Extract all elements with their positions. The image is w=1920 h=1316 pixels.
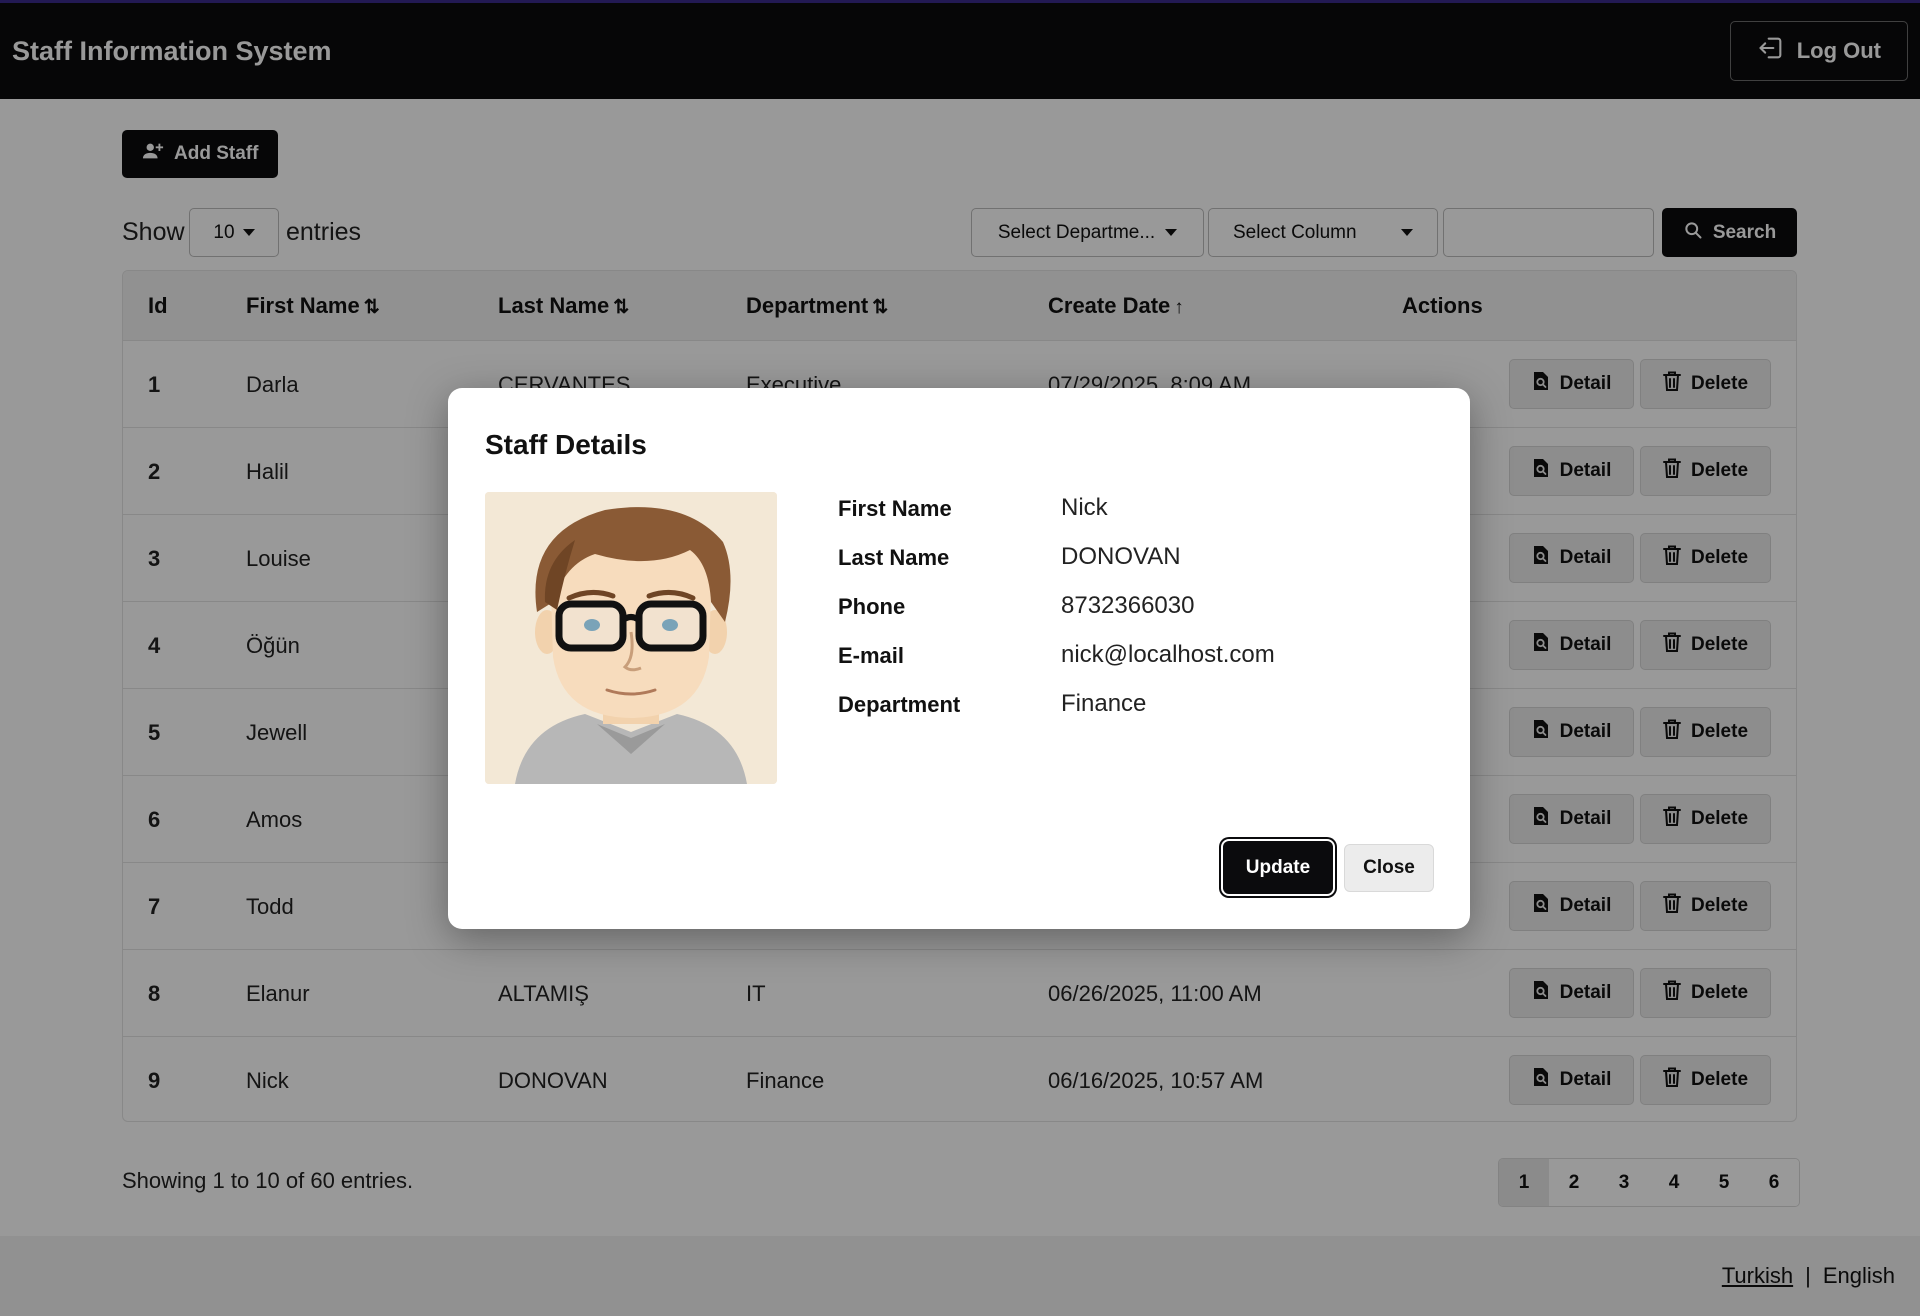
field-value: Finance bbox=[1061, 690, 1147, 717]
field-value: Nick bbox=[1061, 494, 1108, 521]
modal-title: Staff Details bbox=[485, 429, 647, 460]
close-button[interactable]: Close bbox=[1344, 844, 1434, 892]
field-label: First Name bbox=[838, 496, 952, 521]
staff-details-modal: Staff Details First Name Nick Last Name DON… bbox=[448, 388, 1470, 929]
update-button[interactable]: Update bbox=[1223, 841, 1333, 894]
field-value: nick@localhost.com bbox=[1061, 641, 1275, 668]
field-value: DONOVAN bbox=[1061, 543, 1181, 570]
field-value: 8732366030 bbox=[1061, 592, 1195, 619]
field-label: Department bbox=[838, 692, 961, 717]
field-label: Phone bbox=[838, 594, 906, 619]
field-label: Last Name bbox=[838, 545, 950, 570]
staff-avatar bbox=[485, 492, 777, 784]
field-label: E-mail bbox=[838, 643, 905, 668]
